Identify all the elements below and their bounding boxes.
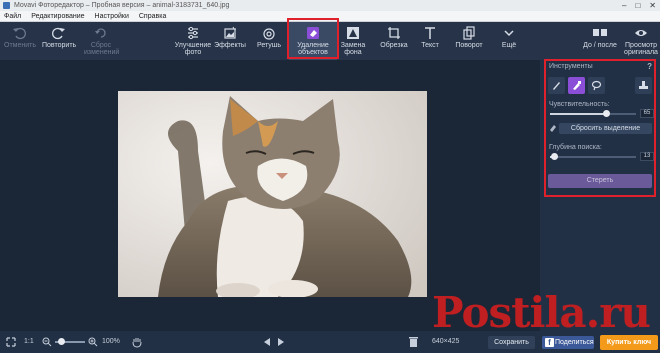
reset-changes-button[interactable]: Сброс изменений xyxy=(84,22,119,60)
watermark: Postila.ru xyxy=(432,288,651,337)
retouch-button[interactable]: Ретушь xyxy=(253,22,285,60)
marker-tool-button[interactable] xyxy=(568,77,585,94)
crop-button[interactable]: Обрезка xyxy=(379,22,409,60)
enhance-photo-button[interactable]: Улучшение фото xyxy=(174,22,212,60)
lasso-icon xyxy=(591,80,602,91)
redo-button[interactable]: Повторить xyxy=(42,22,76,60)
save-button[interactable]: Сохранить xyxy=(488,336,535,349)
stamp-icon xyxy=(639,81,648,89)
rotate-icon xyxy=(463,26,475,40)
view-original-button[interactable]: Просмотр оригинала xyxy=(624,22,658,60)
compare-icon xyxy=(593,29,607,36)
next-image-icon[interactable] xyxy=(277,338,285,346)
before-after-button[interactable]: До / после xyxy=(578,22,622,60)
zoom-slider-knob[interactable] xyxy=(58,338,65,345)
replace-background-button[interactable]: Замена фона xyxy=(339,22,367,60)
facebook-icon: f xyxy=(545,338,554,347)
help-icon[interactable]: ? xyxy=(647,62,652,71)
share-button[interactable]: f Поделиться xyxy=(542,336,594,349)
zoom-in-icon[interactable] xyxy=(88,337,98,347)
menu-edit[interactable]: Редактирование xyxy=(31,11,84,21)
undo-button[interactable]: Отменить xyxy=(4,22,36,60)
menu-settings[interactable]: Настройки xyxy=(95,11,129,21)
brush-icon xyxy=(553,82,560,90)
lasso-tool-button[interactable] xyxy=(588,77,605,94)
stamp-tool-button[interactable] xyxy=(635,77,652,94)
marker-icon xyxy=(573,81,581,90)
rotate-button[interactable]: Поворот xyxy=(452,22,486,60)
tools-heading: Инструменты xyxy=(549,63,593,70)
remove-objects-highlight xyxy=(287,18,339,59)
window-title: Movavi Фоторедактор – Пробная версия – a… xyxy=(14,2,230,9)
reset-icon xyxy=(95,28,106,38)
effects-icon xyxy=(224,26,236,39)
fit-to-screen-icon[interactable] xyxy=(6,337,16,347)
minimize-button[interactable]: – xyxy=(622,0,626,11)
crop-icon xyxy=(388,27,400,39)
background-icon xyxy=(347,27,359,39)
sensitivity-slider-knob[interactable] xyxy=(603,110,610,117)
undo-icon xyxy=(13,27,26,40)
maximize-button[interactable]: □ xyxy=(635,0,640,11)
search-depth-label: Глубина поиска: xyxy=(549,144,602,151)
chevron-down-icon xyxy=(504,30,514,37)
menu-help[interactable]: Справка xyxy=(139,11,166,21)
hand-icon[interactable] xyxy=(132,336,142,348)
effects-button[interactable]: Эффекты xyxy=(214,22,246,60)
sensitivity-slider[interactable] xyxy=(550,110,636,117)
reset-selection-button[interactable]: Сбросить выделение xyxy=(559,123,652,134)
zoom-level: 100% xyxy=(102,338,120,345)
app-icon xyxy=(3,2,10,9)
title-bar: Movavi Фоторедактор – Пробная версия – a… xyxy=(0,0,660,11)
sensitivity-label: Чувствительность: xyxy=(549,101,610,108)
actual-size-button[interactable]: 1:1 xyxy=(24,331,34,353)
menu-file[interactable]: Файл xyxy=(4,11,21,21)
brush-tool-button[interactable] xyxy=(548,77,565,94)
eye-icon xyxy=(635,30,647,36)
cat-photo[interactable] xyxy=(118,91,427,297)
zoom-out-icon[interactable] xyxy=(42,337,52,347)
search-depth-slider[interactable] xyxy=(550,153,636,160)
sensitivity-slider-fill xyxy=(550,113,606,115)
cat-image xyxy=(118,91,427,297)
sensitivity-value[interactable]: 65 xyxy=(640,109,654,118)
more-button[interactable]: Ещё xyxy=(496,22,522,60)
app-window: Movavi Фоторедактор – Пробная версия – a… xyxy=(0,0,660,353)
retouch-icon xyxy=(263,28,275,40)
search-depth-slider-knob[interactable] xyxy=(551,153,558,160)
text-icon xyxy=(425,27,435,39)
previous-image-icon[interactable] xyxy=(263,338,271,346)
window-controls: – □ ✕ xyxy=(622,0,656,11)
share-label: Поделиться xyxy=(555,339,594,346)
search-depth-value[interactable]: 13 xyxy=(640,152,654,161)
text-button[interactable]: Текст xyxy=(415,22,445,60)
redo-icon xyxy=(52,27,65,40)
erase-button[interactable]: Стереть xyxy=(548,174,652,188)
sliders-icon xyxy=(188,26,198,40)
close-button[interactable]: ✕ xyxy=(649,0,656,11)
trash-icon[interactable] xyxy=(409,336,418,347)
buy-key-button[interactable]: Купить ключ xyxy=(600,335,658,350)
eraser-small-icon xyxy=(550,125,556,132)
